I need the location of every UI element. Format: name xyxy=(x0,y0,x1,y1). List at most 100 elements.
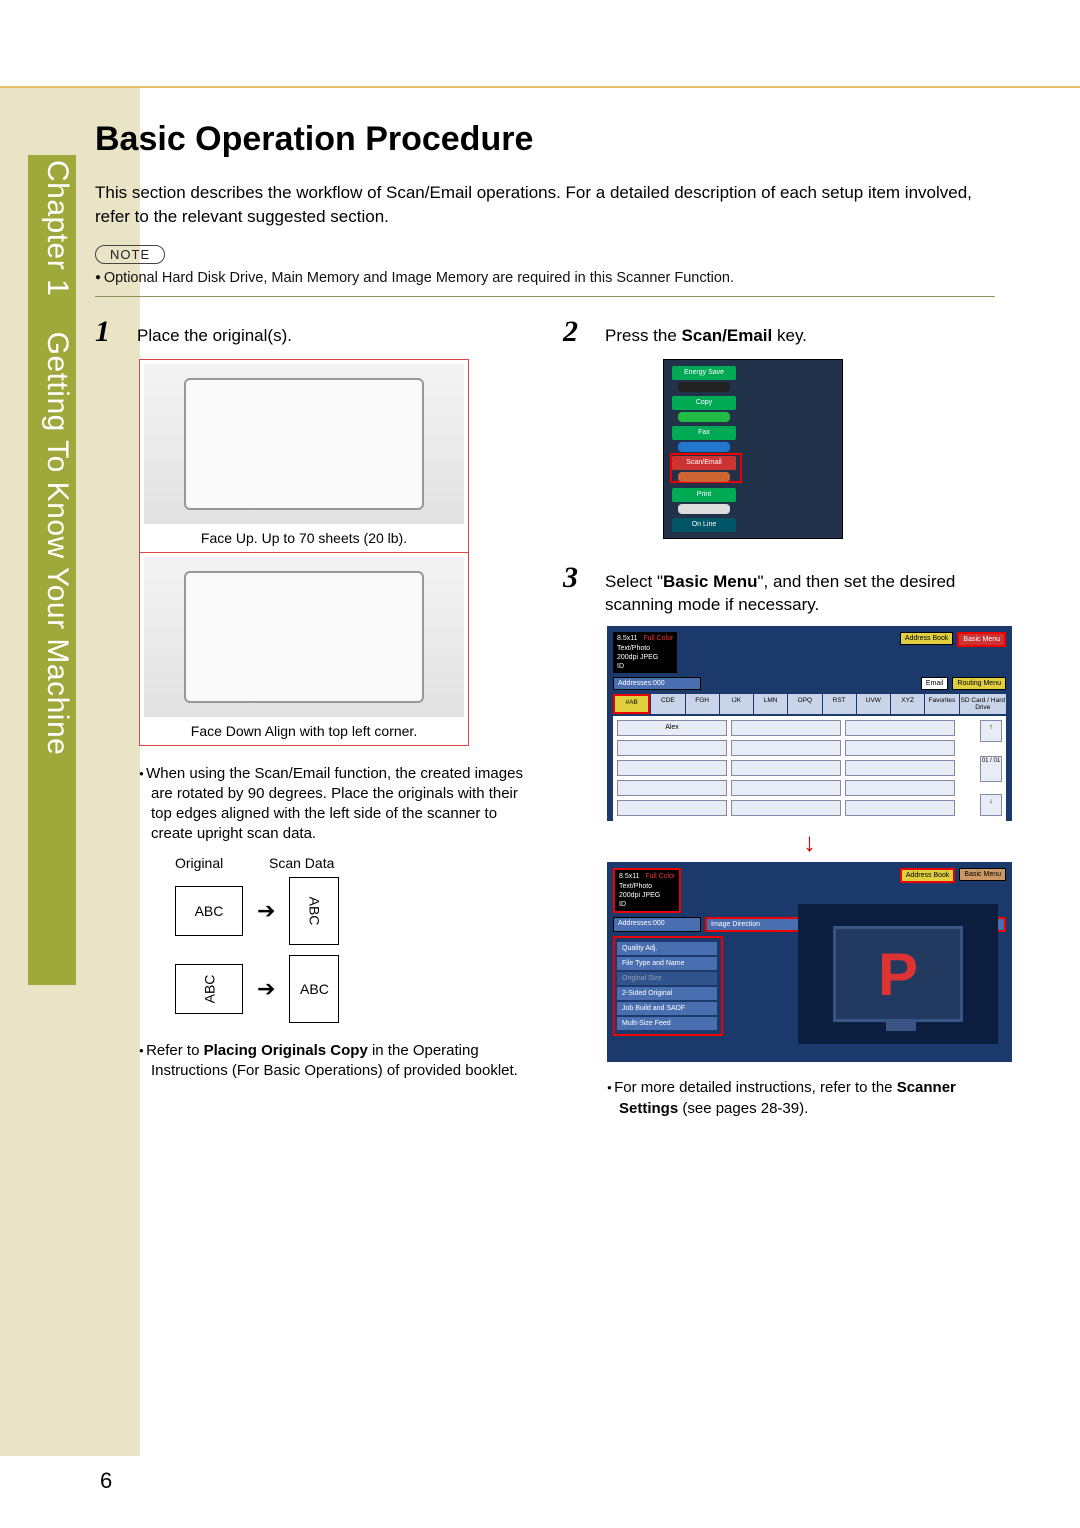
addr-empty[interactable] xyxy=(731,780,841,796)
two-sided-button[interactable]: 2-Sided Original xyxy=(617,987,717,1000)
addr-empty[interactable] xyxy=(845,780,955,796)
left-column: 1 Place the original(s). Face Up. Up to … xyxy=(95,315,527,1129)
addr-empty[interactable] xyxy=(845,720,955,736)
chapter-word: Chapter xyxy=(41,160,74,270)
step-1-text: Place the original(s). xyxy=(137,325,292,348)
quality-adj-button[interactable]: Quality Adj. xyxy=(617,942,717,955)
control-panel: Energy Save Copy Fax Scan/Email Print On… xyxy=(663,359,843,539)
abc-text: ABC xyxy=(201,974,217,1003)
arrow-icon: ➔ xyxy=(257,976,275,1002)
s3-pre: Select " xyxy=(605,572,663,591)
page-number: 6 xyxy=(100,1468,112,1494)
online-label: On Line xyxy=(672,518,736,532)
rot-row-2: ABC ➔ ABC xyxy=(175,955,527,1023)
tab-opq[interactable]: OPQ xyxy=(788,694,821,714)
basic-menu-button[interactable]: Basic Menu xyxy=(957,632,1006,647)
addr-empty[interactable] xyxy=(731,740,841,756)
tab-favorites[interactable]: Favorites xyxy=(925,694,958,714)
step-3: 3 Select "Basic Menu", and then set the … xyxy=(563,561,995,617)
file-type-button[interactable]: File Type and Name xyxy=(617,957,717,970)
touchscreen-1: 8.5x11 Full Color Text/Photo 200dpi JPEG… xyxy=(607,626,1012,821)
scr-res: 200dpi JPEG xyxy=(619,892,660,899)
addr-empty[interactable] xyxy=(845,740,955,756)
addr-empty[interactable] xyxy=(845,800,955,816)
scan-label: Scan/Email xyxy=(672,456,736,470)
step-1: 1 Place the original(s). xyxy=(95,315,527,349)
chapter-number: 1 xyxy=(41,279,74,296)
addr-empty[interactable] xyxy=(731,720,841,736)
address-book-button[interactable]: Address Book xyxy=(900,632,954,645)
scr-size: 8.5x11 xyxy=(619,873,640,880)
step-3-text: Select "Basic Menu", and then set the de… xyxy=(605,571,995,617)
scr-res: 200dpi JPEG xyxy=(617,654,658,661)
tab-fgh[interactable]: FGH xyxy=(686,694,719,714)
energy-button xyxy=(678,382,730,392)
address-grid: Alex ↑ 01 / 01 ↓ xyxy=(613,716,1006,821)
addr-empty[interactable] xyxy=(617,780,727,796)
touchscreen-2: 8.5x11 Full Color Text/Photo 200dpi JPEG… xyxy=(607,862,1012,1062)
scroll-up-icon[interactable]: ↑ xyxy=(980,720,1002,742)
scr-id: ID xyxy=(619,901,626,908)
scr-mode: Text/Photo xyxy=(619,883,652,890)
scr2-info-highlight: 8.5x11 Full Color Text/Photo 200dpi JPEG… xyxy=(613,868,681,912)
s3-bold: Basic Menu xyxy=(663,572,757,591)
hdr-original: Original xyxy=(175,855,245,871)
fax-label: Fax xyxy=(672,426,736,440)
top-rule xyxy=(0,86,1080,88)
addresses-pill[interactable]: Addresses:000 xyxy=(613,917,701,932)
adf-illustration xyxy=(144,364,464,524)
addr-empty[interactable] xyxy=(617,760,727,776)
scroll-down-icon[interactable]: ↓ xyxy=(980,794,1002,816)
routing-menu-button[interactable]: Routing Menu xyxy=(952,677,1006,690)
tab-ijk[interactable]: IJK xyxy=(720,694,753,714)
refer2-post: (see pages 28-39). xyxy=(678,1100,808,1117)
down-arrow-icon: ↓ xyxy=(607,827,1012,858)
tab-xyz[interactable]: XYZ xyxy=(891,694,924,714)
hdr-scan: Scan Data xyxy=(269,855,334,871)
fig1-caption: Face Up. Up to 70 sheets (20 lb). xyxy=(144,528,464,548)
rotate-note: When using the Scan/Email function, the … xyxy=(139,764,527,845)
note-badge: NOTE xyxy=(95,245,165,264)
figure-platen: Face Down Align with top left corner. xyxy=(139,553,469,746)
addresses-pill[interactable]: Addresses:000 xyxy=(613,677,701,690)
addr-alex[interactable]: Alex xyxy=(617,720,727,736)
email-button[interactable]: Email xyxy=(921,677,949,690)
rotation-table: Original Scan Data ABC ➔ ABC ABC ➔ ABC xyxy=(175,855,527,1023)
orig-landscape-2: ABC xyxy=(175,964,243,1014)
basic-menu-list: Quality Adj. File Type and Name Original… xyxy=(613,936,723,1036)
separator xyxy=(95,296,995,297)
arrow-icon: ➔ xyxy=(257,898,275,924)
multi-size-button[interactable]: Multi-Size Feed xyxy=(617,1017,717,1030)
refer1-pre: Refer to xyxy=(146,1042,204,1059)
addr-empty[interactable] xyxy=(731,760,841,776)
original-size-button[interactable]: Original Size xyxy=(617,972,717,985)
step-3-num: 3 xyxy=(563,561,587,595)
scr-id: ID xyxy=(617,663,624,670)
page-counter: 01 / 01 xyxy=(980,756,1002,782)
job-build-button[interactable]: Job Build and SADF xyxy=(617,1002,717,1015)
tab-rst[interactable]: RST xyxy=(823,694,856,714)
abc-text: ABC xyxy=(300,981,329,997)
note-text: Optional Hard Disk Drive, Main Memory an… xyxy=(95,270,995,286)
tab-sdcard[interactable]: SD Card / Hard Drive xyxy=(960,694,1007,714)
address-book-button[interactable]: Address Book xyxy=(900,868,956,883)
addr-empty[interactable] xyxy=(845,760,955,776)
tab-ab[interactable]: #AB xyxy=(613,694,650,714)
step-1-num: 1 xyxy=(95,315,119,349)
scan-portrait: ABC xyxy=(289,877,339,945)
tab-cde[interactable]: CDE xyxy=(651,694,684,714)
basic-menu-button-active[interactable]: Basic Menu xyxy=(959,868,1006,881)
fax-button xyxy=(678,442,730,452)
addr-empty[interactable] xyxy=(617,740,727,756)
intro-text: This section describes the workflow of S… xyxy=(95,181,995,229)
addr-empty[interactable] xyxy=(617,800,727,816)
tab-lmn[interactable]: LMN xyxy=(754,694,787,714)
s2-pre: Press the xyxy=(605,326,682,345)
energy-save-label: Energy Save xyxy=(672,366,736,380)
s2-bold: Scan/Email xyxy=(682,326,773,345)
page-title: Basic Operation Procedure xyxy=(95,120,995,159)
step-2: 2 Press the Scan/Email key. xyxy=(563,315,995,349)
tab-uvw[interactable]: UVW xyxy=(857,694,890,714)
addr-empty[interactable] xyxy=(731,800,841,816)
abc-text: ABC xyxy=(306,896,322,925)
